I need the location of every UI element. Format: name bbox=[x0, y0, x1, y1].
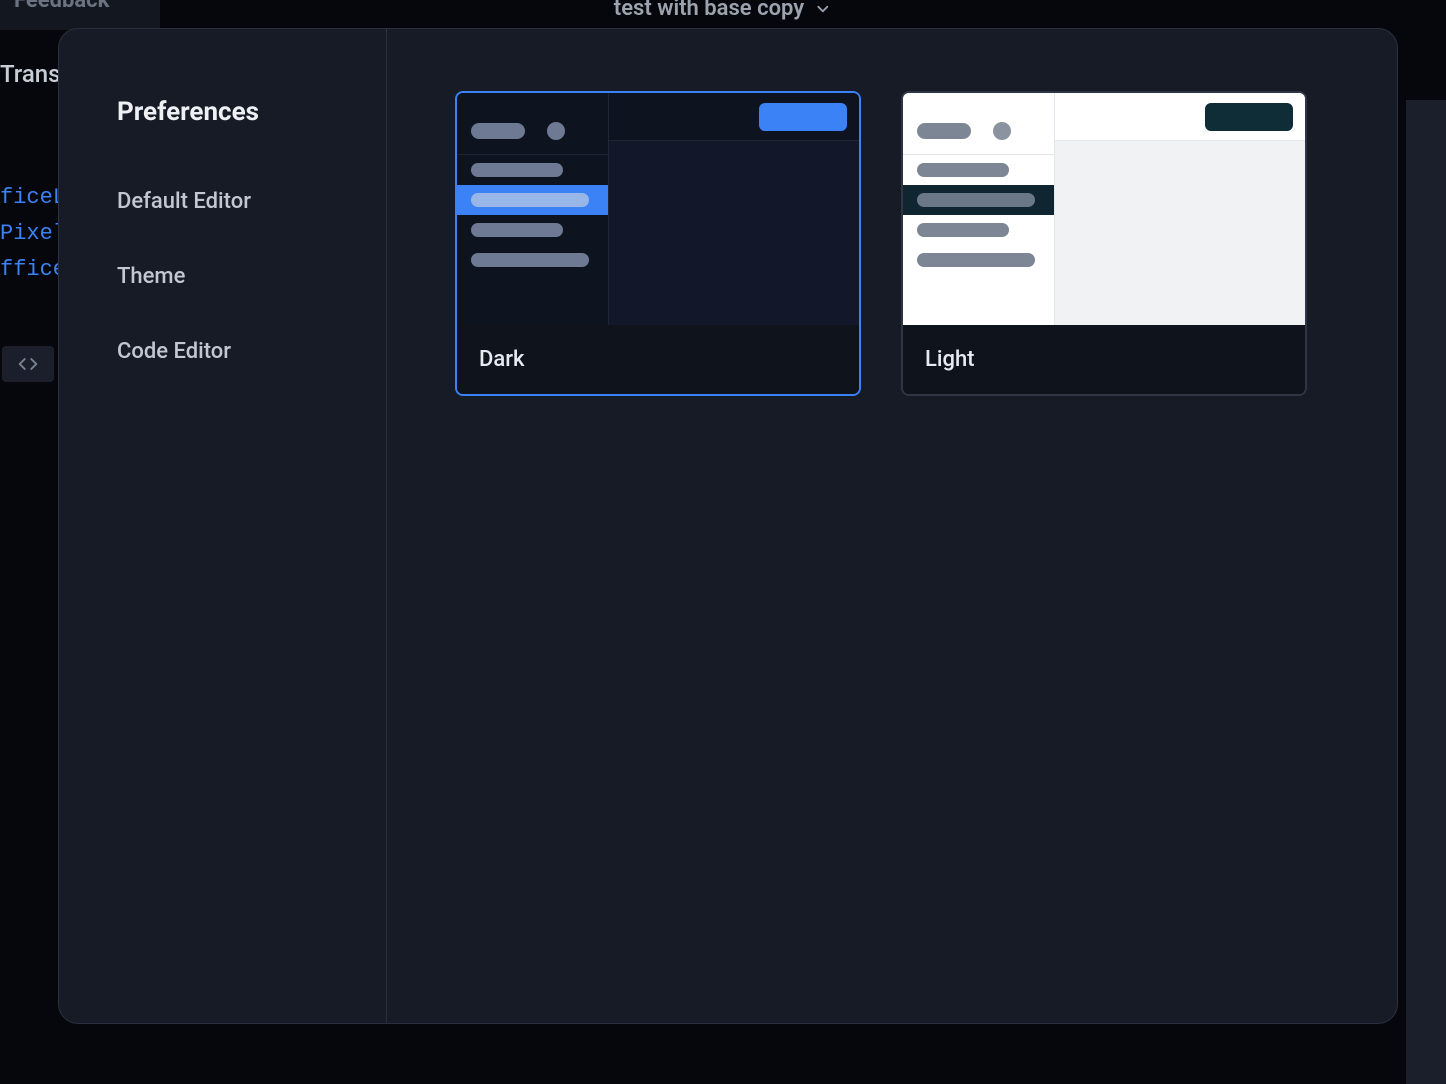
preview-row bbox=[457, 215, 608, 245]
preferences-title: Preferences bbox=[117, 97, 386, 127]
background-tab-feedback: Feedback bbox=[0, 0, 160, 30]
theme-label-light: Light bbox=[903, 325, 1305, 394]
background-dropdown-label: test with base copy bbox=[614, 0, 804, 21]
background-code-snippet: ficeL Pixel ffice bbox=[0, 180, 66, 288]
theme-card-light[interactable]: Light bbox=[901, 91, 1307, 396]
preview-sidebar bbox=[903, 93, 1055, 325]
preview-pill bbox=[471, 193, 589, 207]
background-side-text: Trans bbox=[0, 60, 61, 88]
preview-row-active bbox=[457, 185, 608, 215]
preview-toolbar bbox=[609, 93, 859, 141]
preview-sidebar bbox=[457, 93, 609, 325]
preview-toolbar bbox=[1055, 93, 1305, 141]
background-code-icon bbox=[2, 346, 54, 382]
preview-row bbox=[903, 155, 1054, 185]
preferences-modal: Preferences Default Editor Theme Code Ed… bbox=[58, 28, 1398, 1024]
preview-pill bbox=[471, 123, 525, 139]
preview-row bbox=[903, 215, 1054, 245]
preview-pill bbox=[917, 193, 1035, 207]
preview-button bbox=[1205, 103, 1293, 131]
preferences-sidebar: Preferences Default Editor Theme Code Ed… bbox=[59, 29, 387, 1023]
preview-row-active bbox=[903, 185, 1054, 215]
preview-button bbox=[759, 103, 847, 131]
background-dropdown: test with base copy bbox=[614, 0, 832, 21]
preview-row bbox=[457, 245, 608, 275]
preview-row bbox=[457, 155, 608, 185]
background-right-panel bbox=[1406, 100, 1446, 1084]
preview-pill bbox=[471, 253, 589, 267]
theme-label-dark: Dark bbox=[457, 325, 859, 394]
preview-main bbox=[609, 93, 859, 325]
preview-main bbox=[1055, 93, 1305, 325]
preview-pill bbox=[917, 253, 1035, 267]
theme-card-dark[interactable]: Dark bbox=[455, 91, 861, 396]
preview-avatar-dot bbox=[993, 122, 1011, 140]
preview-pill bbox=[471, 223, 563, 237]
preview-content-area bbox=[1055, 141, 1305, 325]
code-brackets-icon bbox=[17, 353, 39, 375]
preview-pill bbox=[471, 163, 563, 177]
nav-item-theme[interactable]: Theme bbox=[117, 264, 386, 289]
preview-pill bbox=[917, 123, 971, 139]
preview-sidebar-header bbox=[903, 107, 1054, 155]
chevron-down-icon bbox=[814, 0, 832, 18]
theme-preview-dark bbox=[457, 93, 859, 325]
preview-sidebar-header bbox=[457, 107, 608, 155]
theme-preview-light bbox=[903, 93, 1305, 325]
preview-pill bbox=[917, 163, 1009, 177]
nav-item-code-editor[interactable]: Code Editor bbox=[117, 339, 386, 364]
preview-content-area bbox=[609, 141, 859, 325]
nav-item-default-editor[interactable]: Default Editor bbox=[117, 189, 386, 214]
preview-row bbox=[903, 245, 1054, 275]
preview-pill bbox=[917, 223, 1009, 237]
preview-avatar-dot bbox=[547, 122, 565, 140]
preferences-content: Dark bbox=[387, 29, 1397, 1023]
